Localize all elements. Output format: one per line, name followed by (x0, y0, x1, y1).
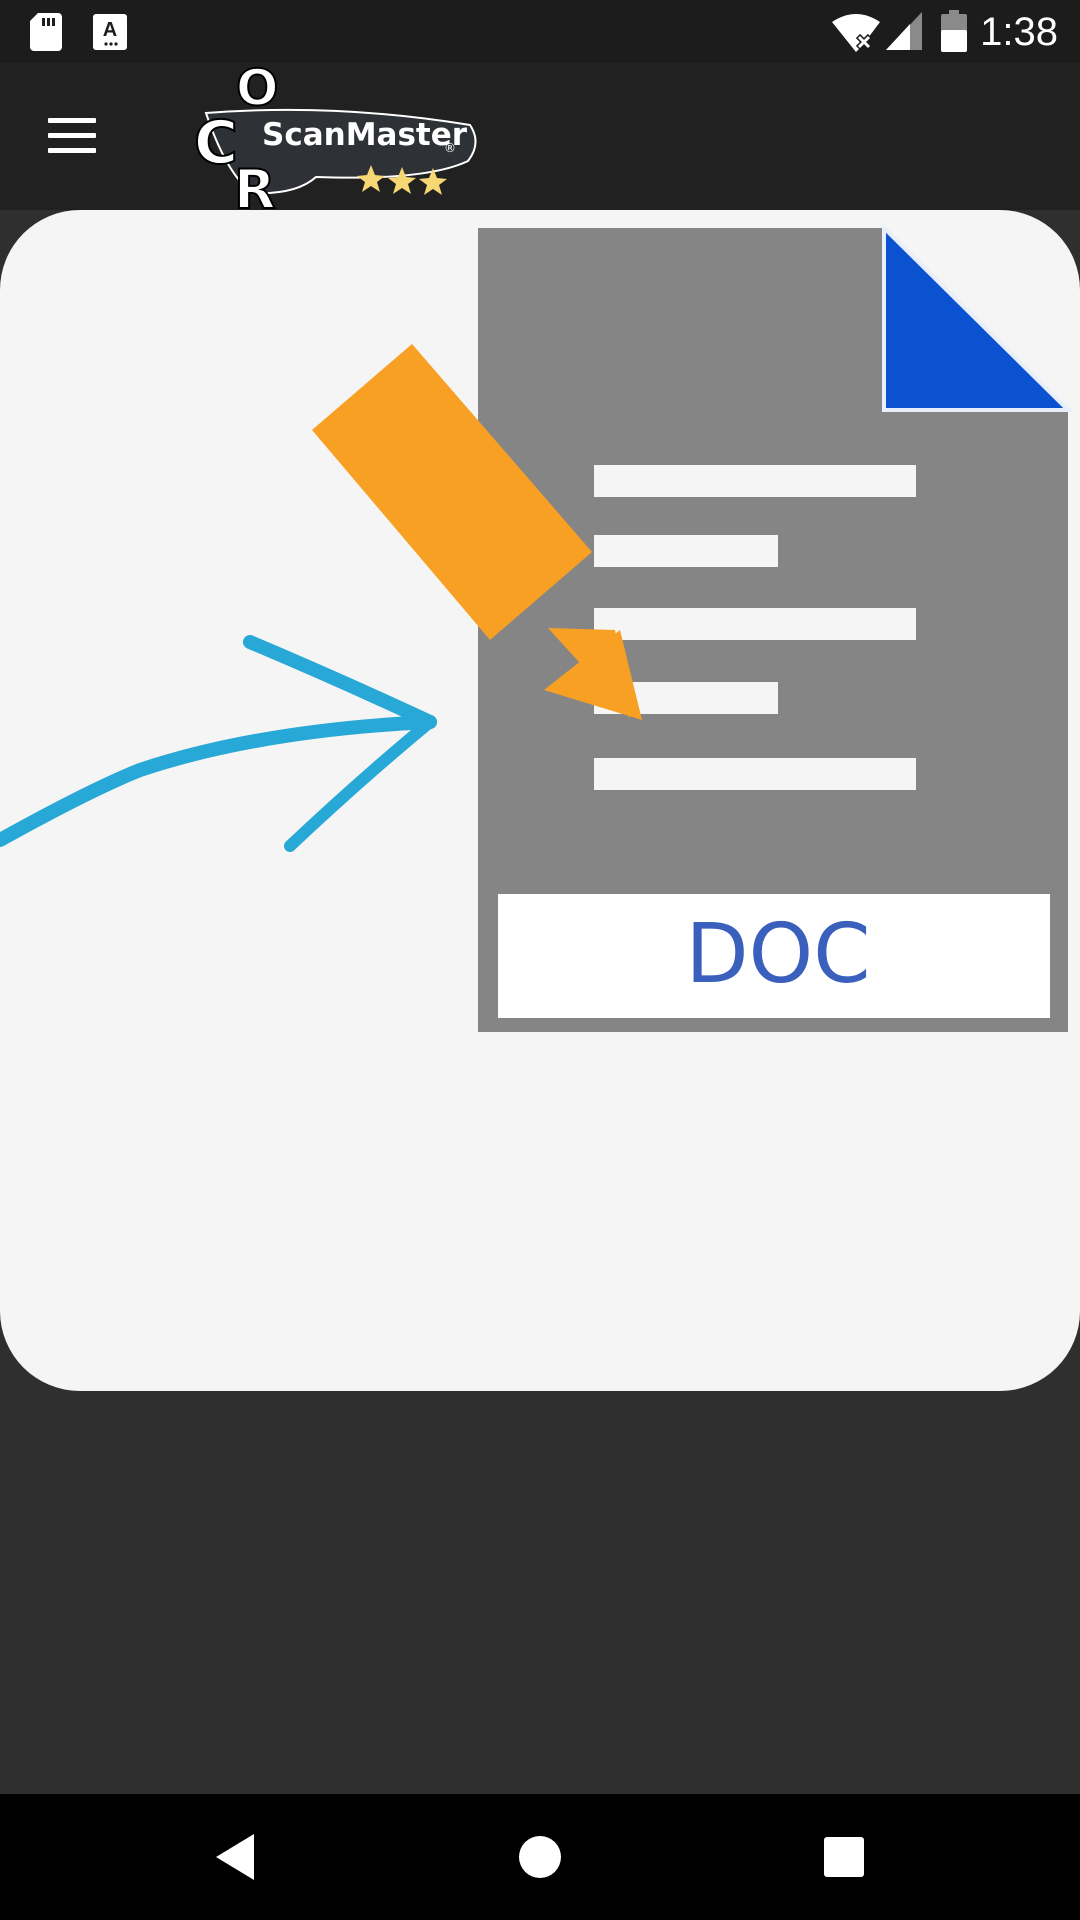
hamburger-menu-icon[interactable] (40, 108, 106, 164)
doc-label: DOC (686, 907, 871, 1002)
navigation-bar (0, 1794, 1080, 1920)
cell-signal-icon (886, 12, 922, 50)
logo-wordmark: ScanMaster (262, 117, 468, 153)
logo-letter-c: C (194, 108, 238, 178)
recents-icon[interactable] (809, 1822, 879, 1892)
folded-corner (882, 223, 1073, 412)
logo-letter-o: O (236, 63, 279, 117)
sd-card-icon (30, 13, 62, 51)
logo-stars (357, 165, 447, 195)
app-logo: C O R ScanMaster ® (193, 63, 477, 210)
back-icon[interactable] (200, 1822, 270, 1892)
convert-to-doc-illustration: DOC (0, 223, 1073, 1032)
content-card: DOC (0, 210, 1080, 1391)
logo-registered-mark: ® (444, 141, 456, 155)
wifi-off-icon (832, 14, 880, 52)
status-time: 1:38 (980, 10, 1058, 54)
battery-icon (941, 10, 967, 52)
screen: A 1:38 C O R ScanMaster ® DOC (0, 0, 1080, 1920)
home-icon[interactable] (505, 1822, 575, 1892)
app-bar: C O R ScanMaster ® (0, 63, 1080, 210)
logo-letter-r: R (234, 158, 276, 210)
status-bar: A 1:38 (0, 0, 1080, 63)
a-glyph: A (103, 19, 117, 41)
arrow-icon (0, 635, 437, 852)
a-notification-icon: A (93, 14, 127, 50)
